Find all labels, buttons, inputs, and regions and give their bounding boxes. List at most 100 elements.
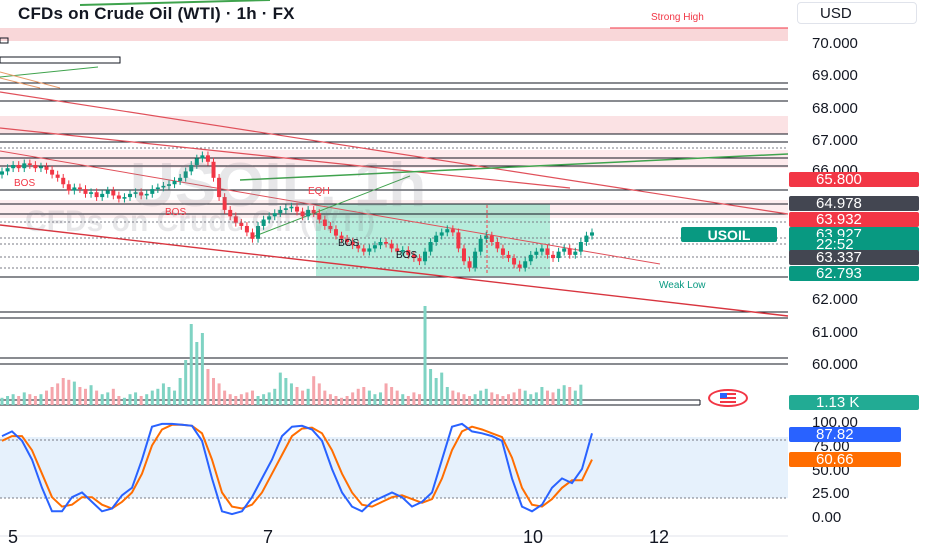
volume-bar: [167, 387, 171, 405]
volume-bar: [328, 394, 332, 405]
volume-bar: [289, 383, 293, 405]
candle-body: [66, 184, 71, 191]
volume-bar: [206, 369, 210, 405]
candle-body: [567, 248, 572, 255]
volume-bar: [479, 390, 483, 405]
time-tick: 10: [523, 527, 544, 547]
candle-body: [50, 169, 55, 175]
volume-bar: [256, 396, 260, 405]
volume-bar: [507, 394, 511, 405]
volume-bar: [11, 394, 15, 405]
volume-bar: [312, 376, 316, 405]
supply-zone-mid: [0, 116, 788, 134]
candle-body: [367, 248, 372, 252]
candle-body: [389, 243, 394, 249]
volume-bar: [423, 306, 427, 405]
price-tick: 60.000: [812, 356, 858, 373]
volume-badge: 1.13 K: [789, 394, 919, 411]
stoch-k-badge: 87.82: [789, 426, 901, 443]
candle-body: [439, 232, 444, 236]
watermark-subtitle: CFDs on Crude Oil (WTI): [25, 205, 375, 238]
candle-body: [461, 248, 466, 262]
price-badge-high-level: 65.800: [789, 171, 919, 188]
volume-bar: [28, 394, 32, 405]
volume-bar: [111, 388, 115, 405]
volume-bar: [189, 324, 193, 405]
volume-bar: [234, 396, 238, 405]
volume-bar: [445, 387, 449, 405]
volume-bar: [50, 387, 54, 405]
candle-body: [473, 251, 478, 268]
osc-tick: 25.00: [812, 485, 850, 502]
candle-body: [100, 193, 105, 198]
price-tick: 61.000: [812, 324, 858, 341]
bos-label-1: BOS: [14, 178, 36, 189]
candle-body: [478, 238, 483, 252]
candle-body: [378, 242, 383, 246]
price-badge-level-2: 63.337: [789, 249, 919, 266]
volume-bar: [367, 390, 371, 405]
volume-bar: [373, 394, 377, 405]
bos-label-4: BOS: [396, 250, 418, 261]
time-tick: 7: [263, 527, 274, 547]
price-tick: 67.000: [812, 132, 858, 149]
price-tick: 69.000: [812, 67, 858, 84]
volume-bar: [212, 378, 216, 405]
volume-bar: [557, 388, 561, 405]
volume-bar: [122, 397, 126, 405]
volume-bar: [490, 392, 494, 405]
supply-zone-top: [0, 28, 788, 41]
volume-bar: [378, 392, 382, 405]
volume-bar: [384, 383, 388, 405]
time-tick: 5: [8, 527, 19, 547]
candle-body: [105, 190, 110, 194]
bos-label-3: BOS: [338, 238, 360, 249]
volume-bar: [523, 390, 527, 405]
candle-body: [539, 248, 544, 252]
bos-label-2: BOS: [165, 207, 187, 218]
volume-bar: [390, 387, 394, 405]
stoch-d-badge: 60.66: [789, 451, 901, 468]
candle-body: [27, 163, 32, 165]
volume-bar: [117, 396, 121, 405]
candle-body: [361, 248, 366, 252]
candle-body: [556, 251, 561, 259]
volume-bar: [534, 392, 538, 405]
volume-bar: [395, 390, 399, 405]
volume-bar: [217, 383, 221, 405]
volume-bar: [278, 372, 282, 405]
volume-bar: [562, 385, 566, 405]
volume-bar: [362, 387, 366, 405]
volume-bar: [78, 387, 82, 405]
volume-bar: [351, 392, 355, 405]
volume-bars: [0, 306, 583, 405]
volume-bar: [473, 394, 477, 405]
volume-bar: [145, 394, 149, 405]
candle-body: [89, 192, 94, 194]
candle-body: [428, 242, 433, 252]
volume-bar: [250, 390, 254, 405]
volume-bar: [484, 388, 488, 405]
volume-bar: [340, 397, 344, 405]
candle-body: [5, 168, 10, 172]
volume-bar: [512, 392, 516, 405]
volume-bar: [106, 392, 110, 405]
volume-bar: [501, 396, 505, 405]
volume-bar: [95, 390, 99, 405]
volume-bar: [434, 378, 438, 405]
volume-bar: [573, 390, 577, 405]
symbol-tag[interactable]: USOIL: [681, 227, 777, 243]
volume-bar: [462, 394, 466, 405]
candle-body: [489, 235, 494, 243]
candle-body: [467, 261, 472, 268]
volume-bar: [345, 396, 349, 405]
volume-bar: [406, 396, 410, 405]
candle-body: [573, 251, 578, 255]
candle-body: [72, 187, 77, 191]
volume-bar: [568, 387, 572, 405]
candle-body: [384, 242, 389, 244]
zones: [0, 28, 788, 498]
candle-body: [590, 232, 594, 236]
volume-bar: [495, 394, 499, 405]
flag-icon[interactable]: [708, 389, 748, 407]
